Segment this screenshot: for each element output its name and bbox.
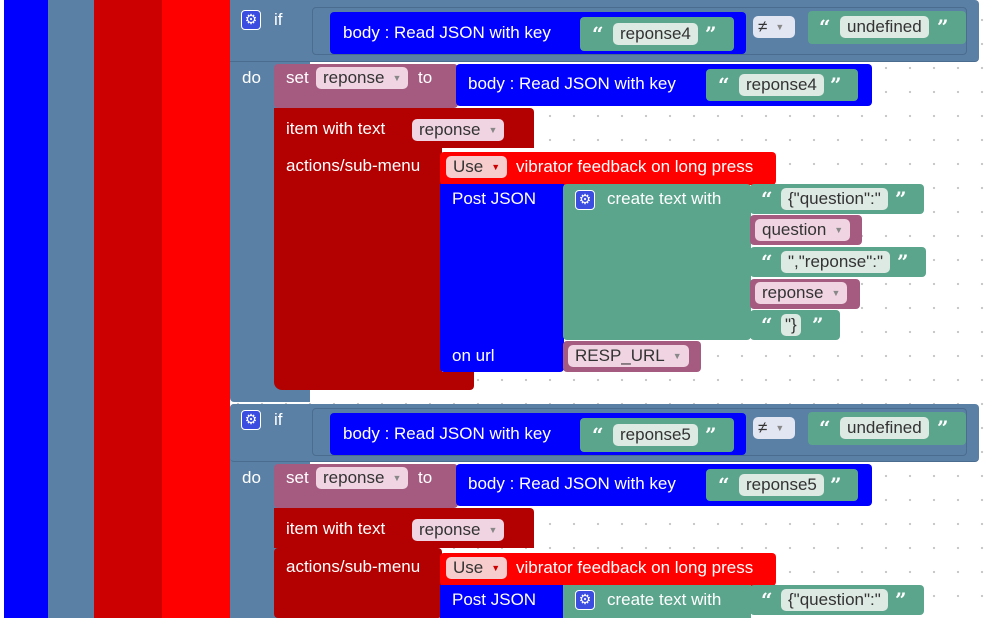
- post-json-label: Post JSON: [452, 189, 537, 208]
- item-variable-label: reponse: [419, 520, 481, 539]
- close-quote-icon: ”: [830, 73, 842, 97]
- chevron-down-icon: ▼: [775, 22, 785, 32]
- set-read-json-label: body : Read JSON with key: [468, 74, 676, 93]
- outer-blue-block[interactable]: [4, 0, 48, 618]
- gear-icon[interactable]: ⚙: [241, 410, 261, 430]
- actions-submenu-label: actions/sub-menu: [286, 156, 421, 175]
- url-var-dropdown[interactable]: RESP_URL ▼: [568, 345, 689, 367]
- open-quote-icon: “: [718, 73, 730, 97]
- item-variable-dropdown[interactable]: reponse ▼: [412, 119, 505, 141]
- actions-submenu-label: actions/sub-menu: [286, 557, 421, 576]
- string-question-field[interactable]: {"question":": [781, 589, 888, 611]
- set-read-json-label: body : Read JSON with key: [468, 474, 676, 493]
- key-field[interactable]: reponse5: [613, 424, 698, 446]
- close-quote-icon: ”: [705, 423, 717, 447]
- var-question-label: question: [762, 220, 827, 239]
- outer-slate-block[interactable]: [48, 0, 95, 618]
- to-label: to: [418, 468, 433, 487]
- chevron-down-icon: ▼: [491, 162, 501, 172]
- string-question-field[interactable]: {"question":": [781, 188, 888, 210]
- gear-icon[interactable]: ⚙: [575, 190, 595, 210]
- item-with-text-label: item with text: [286, 119, 386, 138]
- set-variable-dropdown[interactable]: reponse ▼: [316, 67, 409, 89]
- post-json-label: Post JSON: [452, 590, 537, 609]
- chevron-down-icon: ▼: [775, 423, 785, 433]
- outer-red-block[interactable]: [162, 0, 230, 618]
- create-text-label: create text with: [607, 189, 722, 208]
- post-json-block[interactable]: [440, 184, 564, 372]
- menu-item-body[interactable]: [274, 148, 442, 388]
- menu-item-bottom[interactable]: [274, 372, 474, 390]
- if-label: if: [274, 10, 283, 29]
- open-quote-icon: “: [592, 22, 604, 46]
- chevron-down-icon: ▼: [831, 288, 841, 298]
- item-with-text-label: item with text: [286, 519, 386, 538]
- create-text-label: create text with: [607, 590, 722, 609]
- set-key-field[interactable]: reponse5: [739, 474, 824, 496]
- open-quote-icon: “: [592, 423, 604, 447]
- close-quote-icon: ”: [937, 416, 949, 440]
- gear-icon[interactable]: ⚙: [241, 10, 261, 30]
- vibrator-label: vibrator feedback on long press: [516, 558, 754, 577]
- chevron-down-icon: ▼: [392, 473, 402, 483]
- string-close-field[interactable]: "}: [781, 314, 801, 336]
- operator-label: ≠: [758, 418, 768, 437]
- on-url-label: on url: [452, 346, 495, 365]
- url-var-label: RESP_URL: [575, 346, 665, 365]
- set-variable-label: reponse: [323, 68, 385, 87]
- use-label: Use: [453, 558, 484, 577]
- close-quote-icon: ”: [830, 473, 842, 497]
- to-label: to: [418, 68, 433, 87]
- operator-label: ≠: [758, 17, 768, 36]
- open-quote-icon: “: [819, 15, 831, 39]
- open-quote-icon: “: [761, 250, 773, 274]
- use-dropdown[interactable]: Use ▼: [446, 557, 508, 579]
- close-quote-icon: ”: [895, 588, 907, 612]
- open-quote-icon: “: [761, 187, 773, 211]
- chevron-down-icon: ▼: [392, 73, 402, 83]
- var-reponse-label: reponse: [762, 283, 824, 302]
- do-label: do: [242, 68, 261, 87]
- set-label: set: [286, 68, 309, 87]
- open-quote-icon: “: [819, 416, 831, 440]
- outer-darkred-block[interactable]: [94, 0, 163, 618]
- key-field[interactable]: reponse4: [613, 23, 698, 45]
- do-label: do: [242, 468, 261, 487]
- var-question-dropdown[interactable]: question ▼: [755, 219, 851, 241]
- var-reponse-dropdown[interactable]: reponse ▼: [755, 282, 848, 304]
- vibrator-label: vibrator feedback on long press: [516, 157, 754, 176]
- read-json-label: body : Read JSON with key: [343, 23, 551, 42]
- close-quote-icon: ”: [895, 187, 907, 211]
- item-variable-label: reponse: [419, 120, 481, 139]
- gear-icon[interactable]: ⚙: [575, 590, 595, 610]
- item-variable-dropdown[interactable]: reponse ▼: [412, 519, 505, 541]
- close-quote-icon: ”: [937, 15, 949, 39]
- close-quote-icon: ”: [812, 313, 824, 337]
- chevron-down-icon: ▼: [491, 563, 501, 573]
- open-quote-icon: “: [718, 473, 730, 497]
- chevron-down-icon: ▼: [672, 351, 682, 361]
- set-variable-label: reponse: [323, 468, 385, 487]
- set-label: set: [286, 468, 309, 487]
- operator-dropdown[interactable]: ≠ ▼: [753, 16, 795, 38]
- set-key-field[interactable]: reponse4: [739, 74, 824, 96]
- if-label: if: [274, 410, 283, 429]
- undefined-field[interactable]: undefined: [840, 417, 929, 439]
- use-label: Use: [453, 157, 484, 176]
- read-json-label: body : Read JSON with key: [343, 424, 551, 443]
- chevron-down-icon: ▼: [488, 125, 498, 135]
- operator-dropdown[interactable]: ≠ ▼: [753, 417, 795, 439]
- use-dropdown[interactable]: Use ▼: [446, 156, 508, 178]
- undefined-field[interactable]: undefined: [840, 16, 929, 38]
- chevron-down-icon: ▼: [834, 225, 844, 235]
- set-variable-dropdown[interactable]: reponse ▼: [316, 467, 409, 489]
- open-quote-icon: “: [761, 588, 773, 612]
- close-quote-icon: ”: [705, 22, 717, 46]
- string-reponse-field[interactable]: ","reponse":": [781, 251, 891, 273]
- chevron-down-icon: ▼: [488, 525, 498, 535]
- close-quote-icon: ”: [897, 250, 909, 274]
- open-quote-icon: “: [761, 313, 773, 337]
